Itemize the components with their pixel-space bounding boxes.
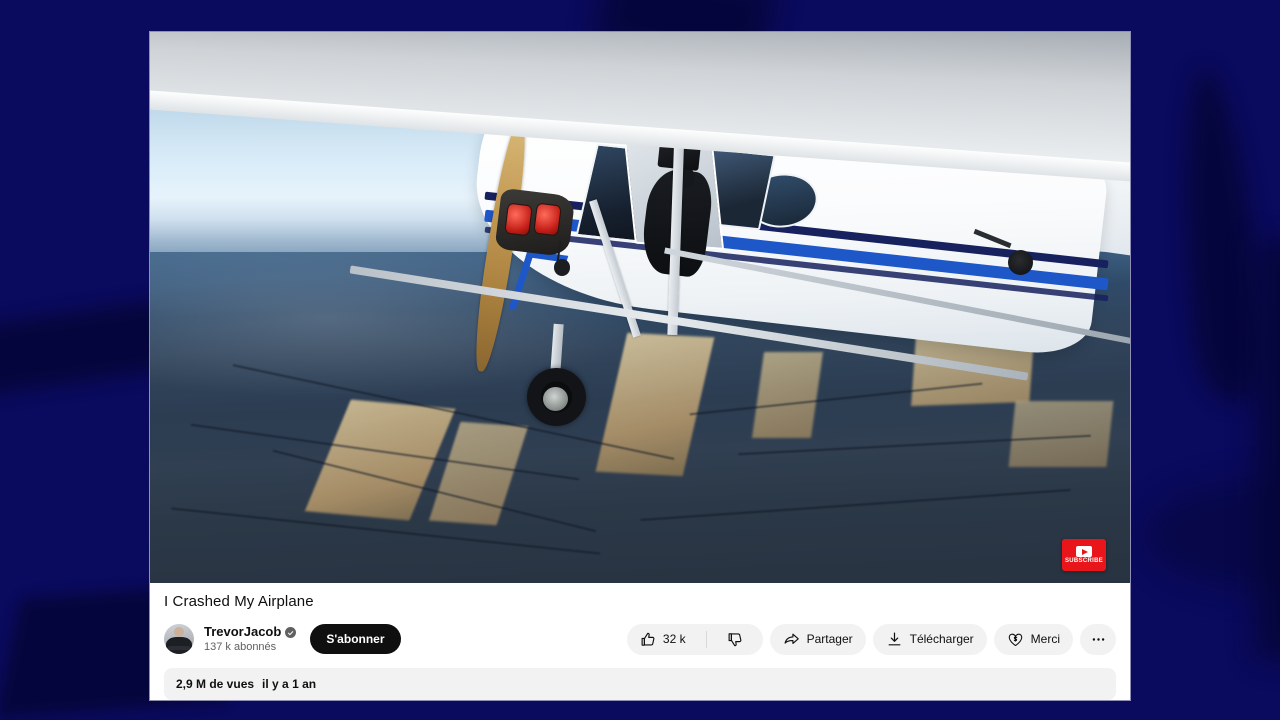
- subscribe-watermark-label: SUBSCRIBE: [1064, 558, 1104, 564]
- thanks-label: Merci: [1030, 632, 1060, 646]
- channel-name-row[interactable]: TrevorJacob: [204, 623, 297, 640]
- share-arrow-icon: [784, 633, 799, 644]
- video-player[interactable]: SUBSCRIBE: [150, 32, 1130, 583]
- action-buttons: 32 k Partager Télécharger Merci: [626, 623, 1116, 655]
- avatar-arms: [167, 645, 191, 650]
- airplane: [150, 32, 1130, 583]
- publish-date: il y a 1 an: [262, 677, 317, 691]
- channel-name: TrevorJacob: [204, 623, 282, 639]
- red-engine-light: [503, 202, 533, 237]
- avatar[interactable]: [164, 624, 194, 654]
- download-icon: [888, 632, 901, 645]
- background-shape: [1255, 240, 1280, 660]
- more-options-button[interactable]: [1080, 623, 1116, 655]
- download-button[interactable]: Télécharger: [872, 623, 987, 655]
- tail-wheel: [1007, 249, 1033, 275]
- avatar-head: [173, 627, 185, 638]
- dislike-button[interactable]: [714, 624, 763, 655]
- video-card: SUBSCRIBE I Crashed My Airplane TrevorJa…: [150, 32, 1130, 700]
- view-count: 2,9 M de vues: [176, 677, 255, 691]
- thumbs-down-icon: [728, 632, 742, 646]
- like-count: 32 k: [662, 632, 686, 646]
- more-horizontal-icon: [1092, 637, 1104, 641]
- like-button[interactable]: 32 k: [627, 624, 699, 655]
- red-engine-light: [533, 202, 563, 237]
- like-dislike-group: 32 k: [626, 623, 763, 655]
- thumbs-up-icon: [641, 632, 655, 646]
- description-box[interactable]: 2,9 M de vues il y a 1 an: [164, 668, 1116, 700]
- landing-gear-leg: [550, 323, 564, 374]
- share-label: Partager: [806, 632, 853, 646]
- verified-badge-icon: [285, 626, 297, 638]
- video-metadata: I Crashed My Airplane TrevorJacob 137 k …: [150, 583, 1130, 700]
- action-divider: [705, 630, 707, 648]
- subscriber-count: 137 k abonnés: [204, 640, 277, 653]
- youtube-play-icon: [1076, 546, 1092, 557]
- subscribe-watermark[interactable]: SUBSCRIBE: [1062, 539, 1106, 571]
- page-title: I Crashed My Airplane: [164, 593, 314, 610]
- thanks-button[interactable]: Merci: [993, 623, 1073, 655]
- download-label: Télécharger: [909, 632, 974, 646]
- owner-row: TrevorJacob 137 k abonnés S'abonner 32 k: [164, 620, 1116, 658]
- share-button[interactable]: Partager: [769, 623, 866, 655]
- owner-text: TrevorJacob 137 k abonnés: [204, 623, 297, 654]
- subscribe-button[interactable]: S'abonner: [310, 624, 401, 654]
- heart-dollar-icon: [1008, 633, 1022, 646]
